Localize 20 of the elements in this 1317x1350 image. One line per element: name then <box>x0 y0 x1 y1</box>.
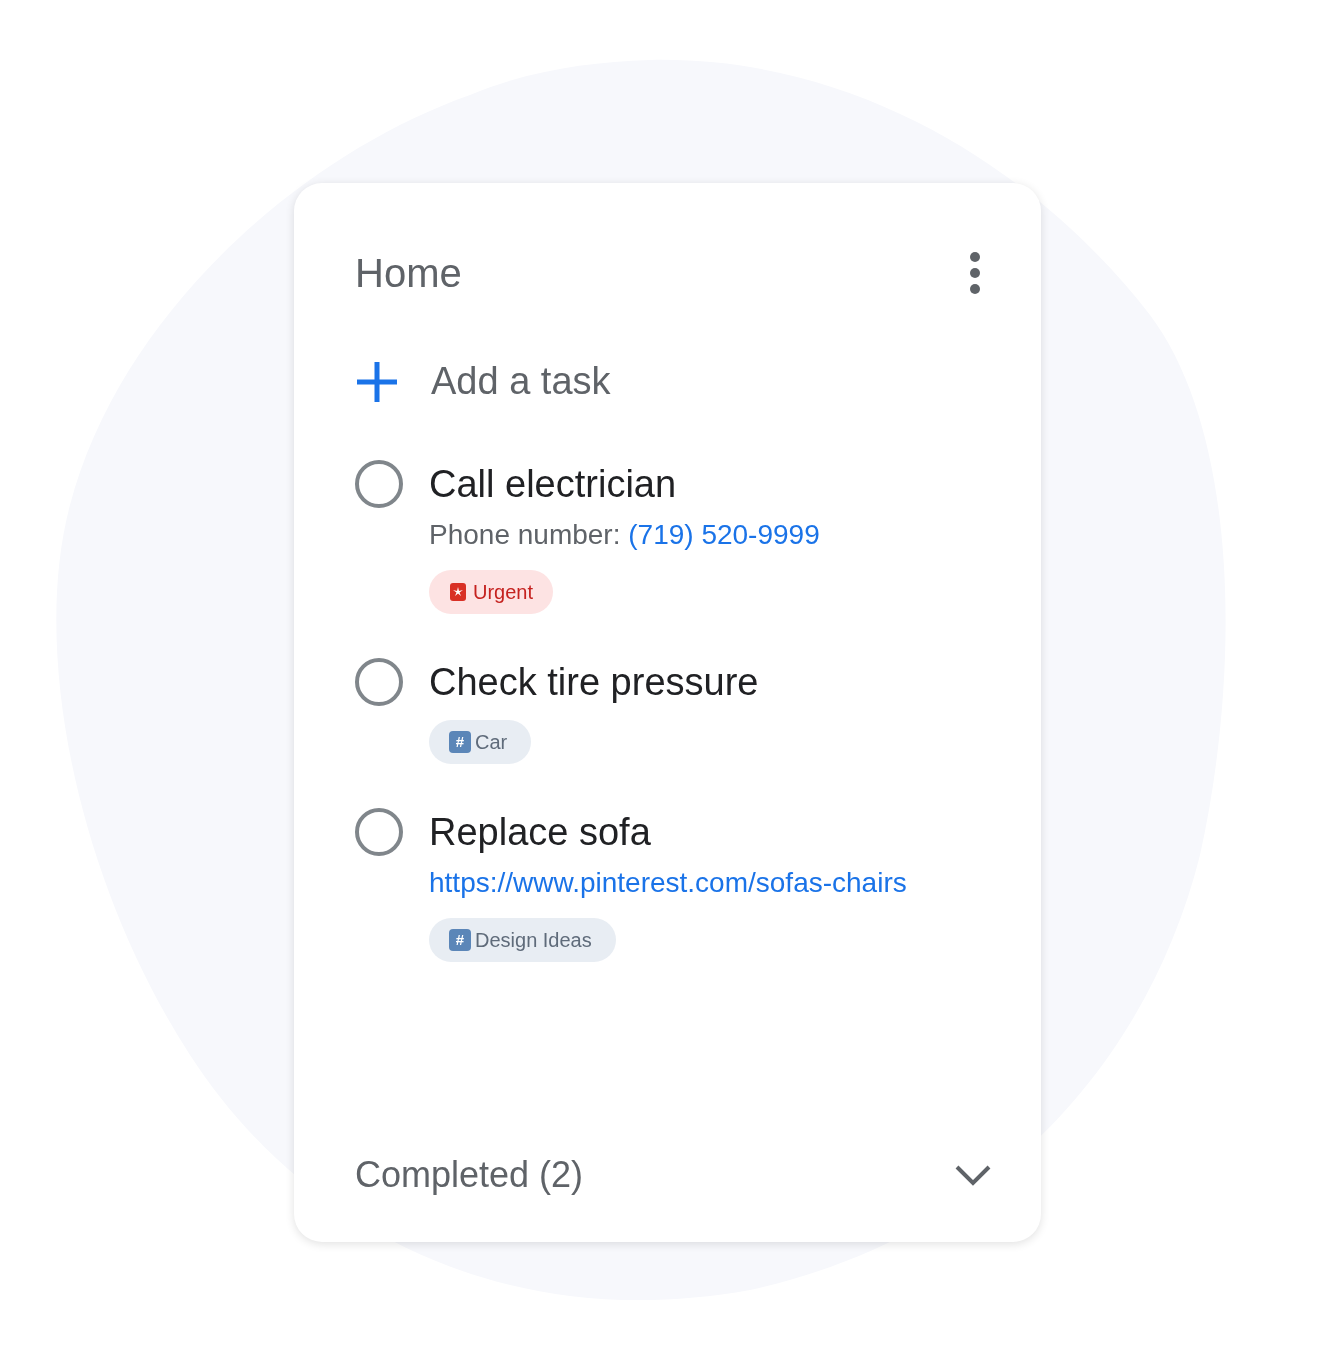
note-link[interactable]: https://www.pinterest.com/sofas-chairs <box>429 862 907 904</box>
plus-icon <box>355 359 399 404</box>
task-checkbox[interactable] <box>355 808 403 856</box>
note-link[interactable]: (719) 520-9999 <box>628 514 820 556</box>
task-checkbox[interactable] <box>355 658 403 706</box>
task-title[interactable]: Call electrician <box>429 460 820 508</box>
list-title: Home <box>355 250 462 297</box>
label-tag[interactable]: # Design Ideas <box>429 918 616 962</box>
task-title[interactable]: Check tire pressure <box>429 658 759 706</box>
completed-section-toggle[interactable]: Completed (2) <box>355 1148 991 1202</box>
add-task-button[interactable]: Add a task <box>355 353 991 410</box>
chevron-icon <box>955 1164 991 1186</box>
task-checkbox[interactable] <box>355 460 403 508</box>
note-label: Phone number: <box>429 518 622 552</box>
task-title[interactable]: Replace sofa <box>429 808 907 856</box>
hashtag-icon: # <box>449 929 471 951</box>
urgent-tag[interactable]: Urgent <box>429 570 554 614</box>
hashtag-icon: # <box>449 731 471 753</box>
siren-icon <box>449 582 467 602</box>
label-tag[interactable]: # Car <box>429 720 532 764</box>
